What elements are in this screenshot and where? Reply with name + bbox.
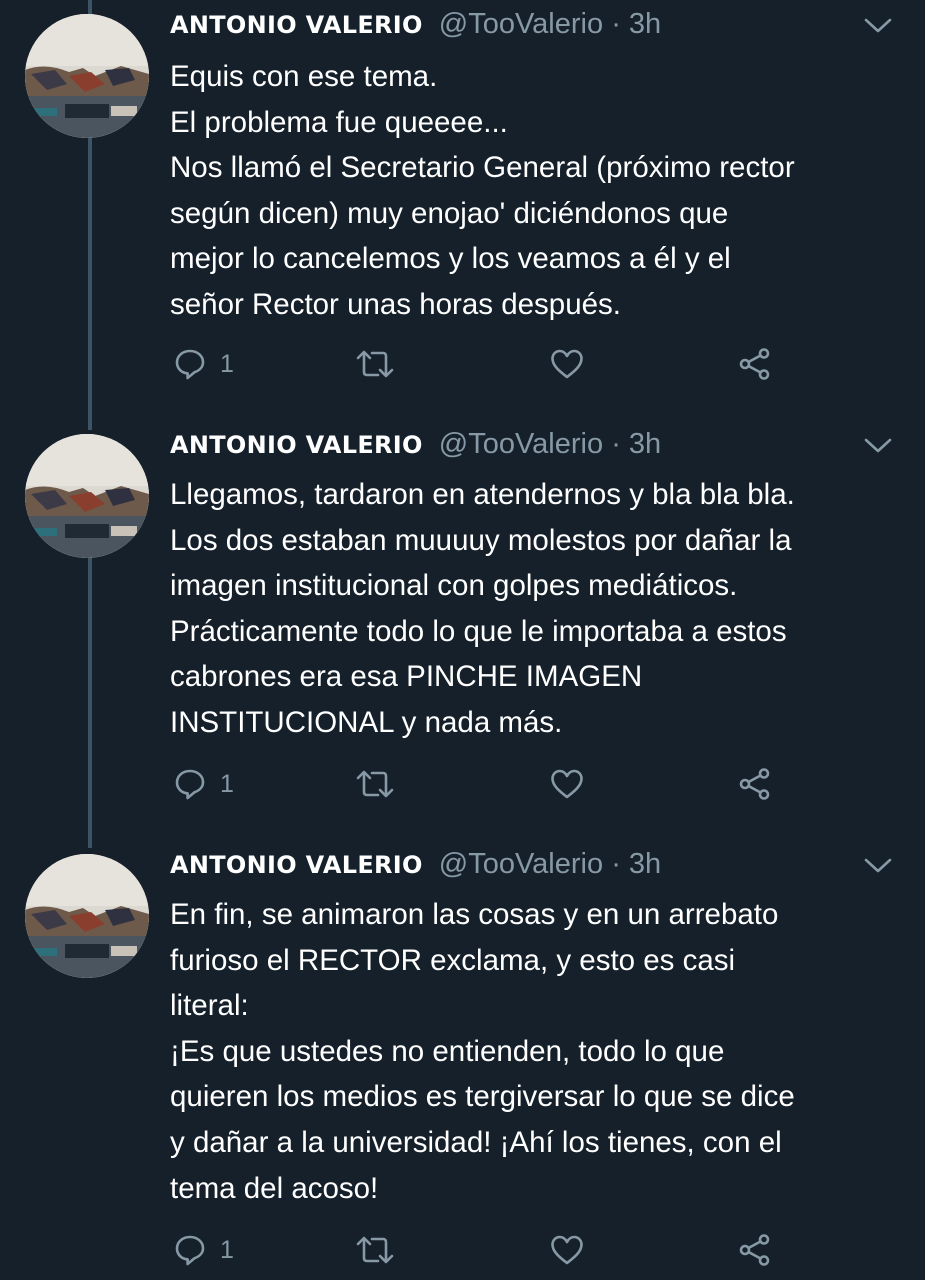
tweet-header: ANTONIO VALERIO @TooValerio · 3h bbox=[170, 844, 661, 884]
tweet-header: ANTONIO VALERIO @TooValerio · 3h bbox=[170, 424, 661, 464]
tweet-text-line: En fin, se animaron las cosas y en un ar… bbox=[170, 898, 779, 931]
tweet-text-line: INSTITUCIONAL y nada más. bbox=[170, 705, 563, 739]
reply-button[interactable]: 1 bbox=[174, 344, 234, 384]
reply-count: 1 bbox=[220, 769, 234, 798]
share-icon bbox=[739, 348, 770, 380]
tweet-text-line: señor Rector unas horas después. bbox=[170, 287, 621, 321]
tweet-text-line: El problema fue queeee... bbox=[170, 105, 508, 139]
tweet-text-line: Nos llamó el Secretario General (próximo… bbox=[170, 151, 795, 185]
tweet-text: Llegamos, tardaron en atendernos y bla b… bbox=[170, 472, 910, 746]
tweet[interactable]: ANTONIO VALERIO @TooValerio · 3h Llegamo… bbox=[0, 424, 925, 824]
retweet-icon bbox=[356, 1236, 394, 1264]
tweet-text-line: imagen institucional con golpes mediátic… bbox=[170, 569, 738, 603]
share-button[interactable] bbox=[738, 764, 772, 804]
tweet-text-line: Llegamos, tardaron en atendernos y bla b… bbox=[170, 478, 795, 511]
timestamp[interactable]: 3h bbox=[629, 8, 661, 40]
chevron-down-icon bbox=[864, 858, 892, 873]
tweet[interactable]: ANTONIO VALERIO @TooValerio · 3h En fin,… bbox=[0, 844, 925, 1280]
heart-icon bbox=[551, 349, 583, 379]
separator-dot: · bbox=[611, 8, 621, 40]
tweet-text-line: Prácticamente todo lo que le importaba a… bbox=[170, 614, 787, 648]
retweet-icon bbox=[356, 350, 394, 378]
share-button[interactable] bbox=[738, 1230, 772, 1270]
tweet-actions: 1 bbox=[170, 764, 790, 804]
author-handle[interactable]: @TooValerio bbox=[439, 8, 603, 40]
tweet[interactable]: ANTONIO VALERIO @TooValerio · 3h Equis c… bbox=[0, 4, 925, 404]
chevron-down-icon bbox=[864, 438, 892, 453]
retweet-button[interactable] bbox=[356, 1230, 394, 1270]
reply-icon bbox=[175, 1235, 205, 1266]
tweet-text-line: según dicen) muy enojao' diciéndonos que bbox=[170, 196, 729, 230]
avatar[interactable] bbox=[25, 434, 149, 558]
avatar[interactable] bbox=[25, 854, 149, 978]
separator-dot: · bbox=[611, 428, 621, 460]
heart-icon bbox=[551, 769, 583, 799]
share-icon bbox=[739, 1234, 770, 1266]
author-name[interactable]: ANTONIO VALERIO bbox=[170, 11, 423, 39]
tweet-text-line: cabrones era esa PINCHE IMAGEN bbox=[170, 660, 643, 694]
reply-button[interactable]: 1 bbox=[174, 764, 234, 804]
heart-icon bbox=[551, 1235, 583, 1265]
tweet-text-line: mejor lo cancelemos y los veamos a él y … bbox=[170, 242, 731, 276]
tweet-menu-button[interactable] bbox=[863, 854, 893, 876]
tweet-menu-button[interactable] bbox=[863, 14, 893, 36]
avatar[interactable] bbox=[25, 14, 149, 138]
avatar-photo-icon bbox=[25, 854, 149, 978]
avatar-photo-icon bbox=[25, 434, 149, 558]
reply-button[interactable]: 1 bbox=[174, 1230, 234, 1270]
avatar-photo-icon bbox=[25, 14, 149, 138]
separator-dot: · bbox=[611, 848, 621, 880]
reply-count: 1 bbox=[220, 349, 234, 378]
author-handle[interactable]: @TooValerio bbox=[439, 428, 603, 460]
tweet-text-line: furioso el RECTOR exclama, y esto es cas… bbox=[170, 943, 736, 977]
author-name[interactable]: ANTONIO VALERIO bbox=[170, 851, 423, 879]
timestamp[interactable]: 3h bbox=[629, 428, 661, 460]
share-button[interactable] bbox=[738, 344, 772, 384]
chevron-down-icon bbox=[864, 18, 892, 33]
tweet-text: En fin, se animaron las cosas y en un ar… bbox=[170, 892, 910, 1211]
tweet-text-line: quieren los medios es tergiversar lo que… bbox=[170, 1080, 795, 1114]
tweet-text: Equis con ese tema. El problema fue quee… bbox=[170, 54, 910, 328]
tweet-menu-button[interactable] bbox=[863, 434, 893, 456]
reply-icon bbox=[175, 349, 205, 380]
retweet-icon bbox=[356, 770, 394, 798]
tweet-text-line: literal: bbox=[170, 989, 249, 1023]
tweet-text-line: tema del acoso! bbox=[170, 1171, 379, 1205]
reply-icon bbox=[175, 769, 205, 800]
retweet-button[interactable] bbox=[356, 344, 394, 384]
author-handle[interactable]: @TooValerio bbox=[439, 848, 603, 880]
tweet-text-line: ¡Es que ustedes no entienden, todo lo qu… bbox=[170, 1034, 725, 1068]
tweet-text-line: Los dos estaban muuuuy molestos por daña… bbox=[170, 523, 792, 557]
timestamp[interactable]: 3h bbox=[629, 848, 661, 880]
like-button[interactable] bbox=[550, 1230, 584, 1270]
like-button[interactable] bbox=[550, 344, 584, 384]
tweet-actions: 1 bbox=[170, 1230, 790, 1270]
author-name[interactable]: ANTONIO VALERIO bbox=[170, 431, 423, 459]
reply-count: 1 bbox=[220, 1235, 234, 1264]
tweet-header: ANTONIO VALERIO @TooValerio · 3h bbox=[170, 4, 661, 44]
tweet-text-line: y dañar a la universidad! ¡Ahí los tiene… bbox=[170, 1125, 782, 1159]
retweet-button[interactable] bbox=[356, 764, 394, 804]
tweet-actions: 1 bbox=[170, 344, 790, 384]
like-button[interactable] bbox=[550, 764, 584, 804]
share-icon bbox=[739, 768, 770, 800]
tweet-text-line: Equis con ese tema. bbox=[170, 60, 438, 93]
